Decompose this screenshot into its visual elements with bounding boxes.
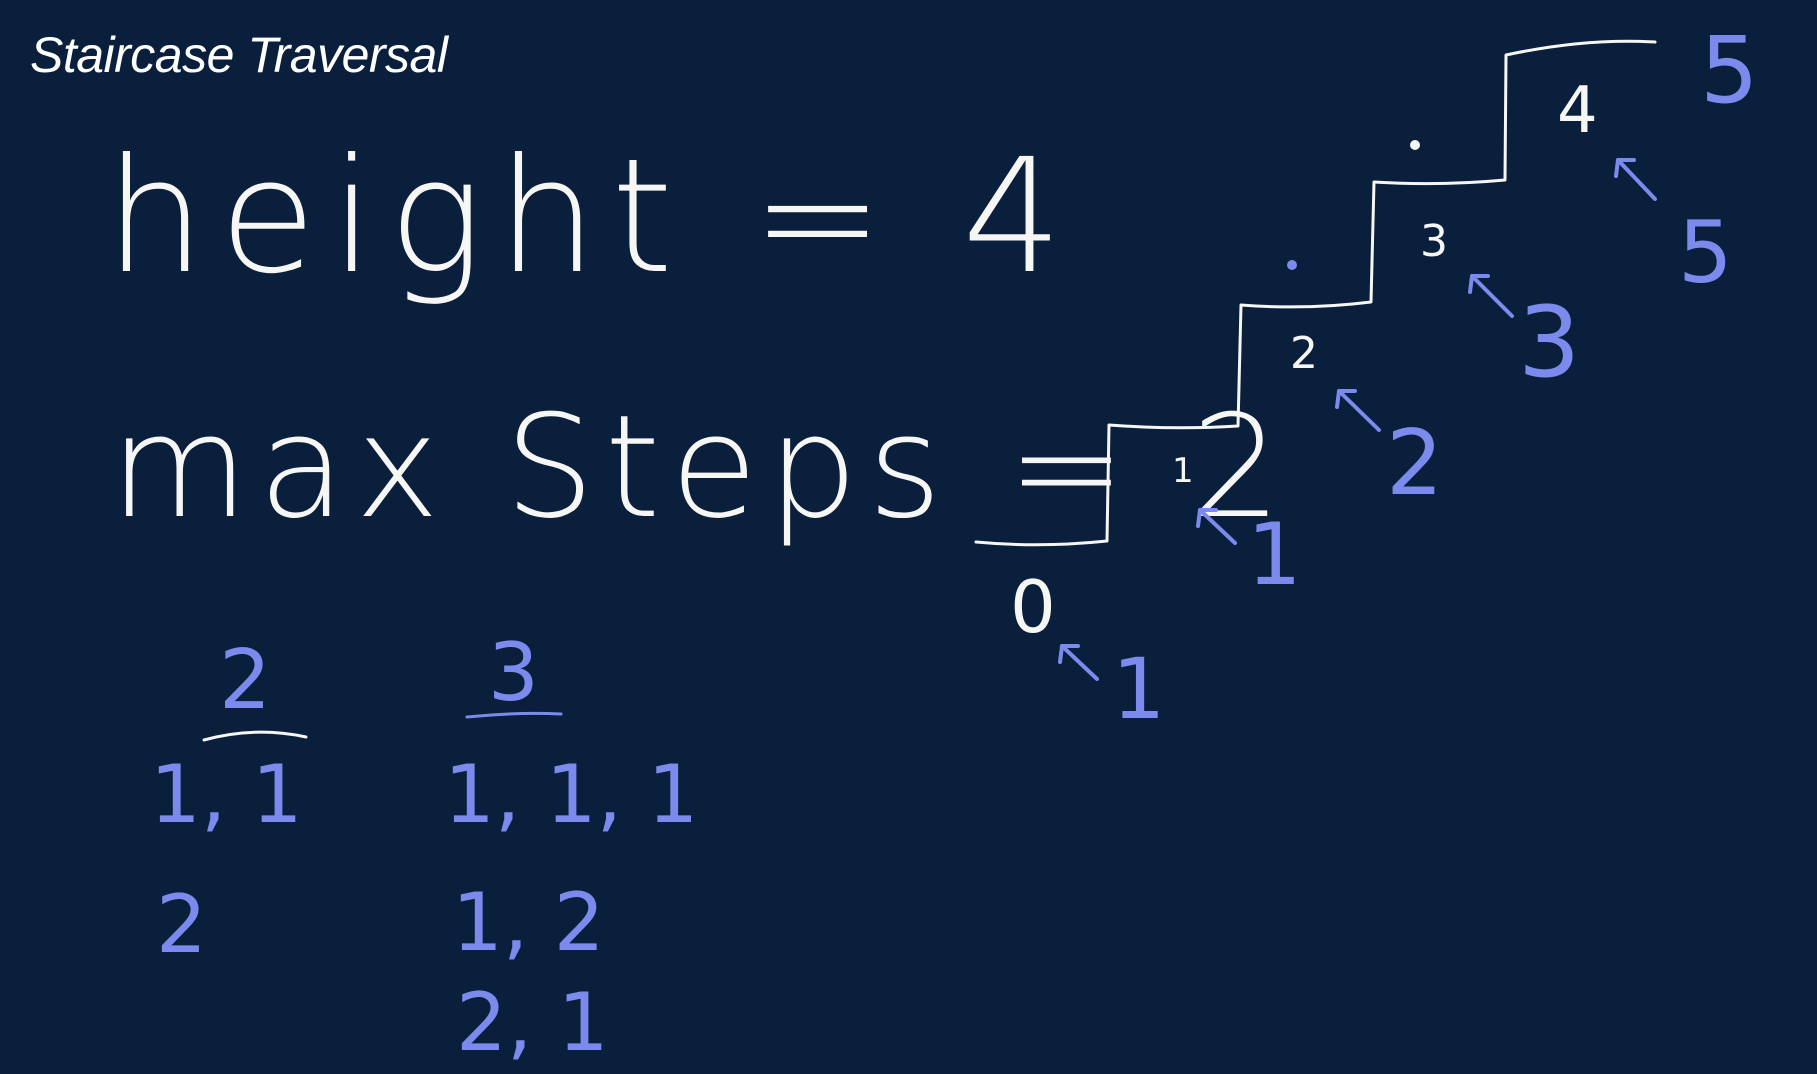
- list-item: 1, 1: [150, 748, 303, 841]
- step-dot: [1410, 140, 1420, 150]
- ways-label-0: 1: [1112, 640, 1165, 738]
- arrow-icon: [1468, 274, 1514, 318]
- arrow-icon: [1196, 508, 1237, 545]
- list-item: 1, 1, 1: [444, 748, 698, 841]
- step-label-1: 1: [1172, 451, 1194, 491]
- list-item: 2: [156, 878, 207, 971]
- step-dot: [1287, 260, 1297, 270]
- list-header-2: 2: [219, 633, 271, 728]
- list-item: 2, 1: [456, 976, 609, 1069]
- list-item: 1, 2: [452, 876, 605, 969]
- list-header-3: 3: [488, 626, 539, 719]
- step-label-2: 2: [1290, 328, 1318, 379]
- ways-label-1: 1: [1247, 505, 1302, 605]
- whiteboard-drawing: 0 1 2 3 4 1 1 2 3 5 5 2 1, 1 2 3 1, 1, 1…: [150, 17, 1759, 1069]
- header-underline: [202, 730, 308, 742]
- arrow-icon: [1335, 389, 1381, 432]
- top-label: 5: [1700, 17, 1759, 124]
- ways-label-3: 3: [1518, 286, 1580, 400]
- ways-label-2: 2: [1386, 411, 1443, 516]
- step-label-0: 0: [1010, 565, 1056, 649]
- arrow-icon: [1058, 644, 1099, 681]
- step-label-4: 4: [1557, 74, 1598, 148]
- step-label-3: 3: [1420, 216, 1448, 267]
- arrow-icon: [1614, 158, 1657, 201]
- ways-label-4: 5: [1678, 203, 1733, 303]
